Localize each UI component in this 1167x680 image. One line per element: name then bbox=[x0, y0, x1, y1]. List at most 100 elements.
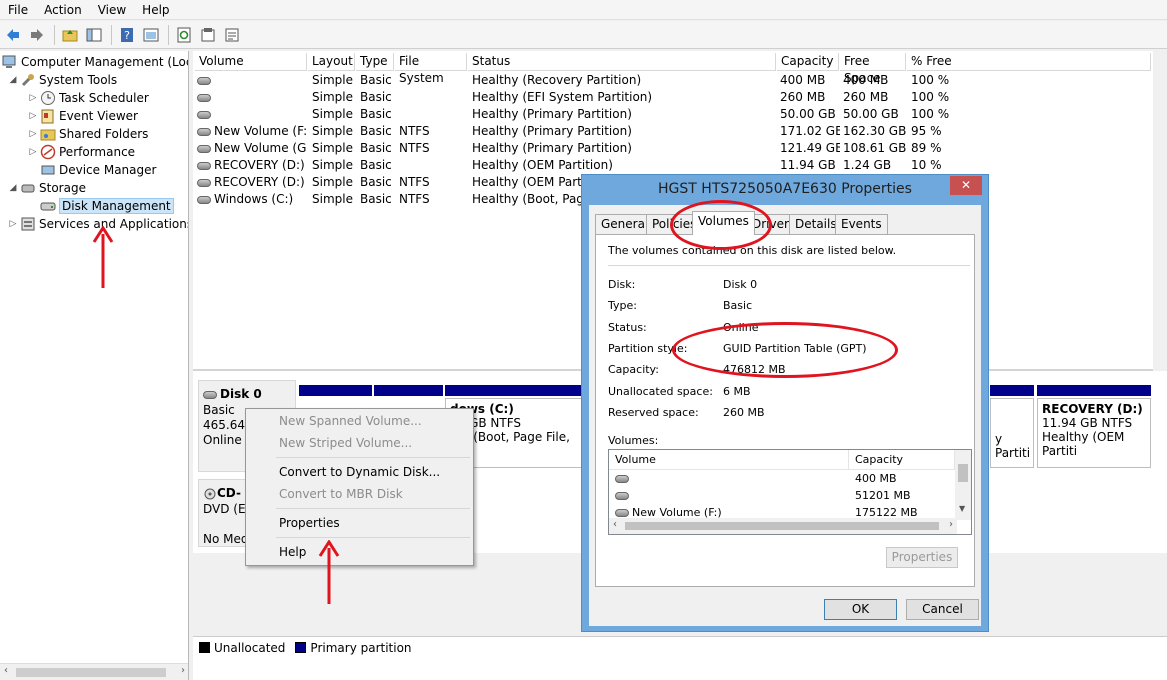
scrollbar-thumb[interactable] bbox=[958, 464, 968, 482]
collapse-icon[interactable]: ◢ bbox=[8, 183, 18, 193]
inner-list-hscroll[interactable]: ‹ › bbox=[609, 518, 957, 534]
table-cell: Simple bbox=[312, 90, 353, 104]
collapse-icon[interactable]: ◢ bbox=[8, 75, 18, 85]
tree-item-task-scheduler[interactable]: ▷ Task Scheduler bbox=[28, 89, 149, 107]
col-free-space[interactable]: Free Space bbox=[840, 53, 906, 85]
table-cell: Basic bbox=[360, 175, 392, 189]
list-item[interactable] bbox=[615, 489, 632, 502]
expand-icon[interactable]: ▷ bbox=[28, 111, 38, 121]
col-volume[interactable]: Volume bbox=[195, 53, 307, 71]
col-file-system[interactable]: File System bbox=[395, 53, 467, 85]
primary-partition-swatch bbox=[295, 642, 307, 653]
table-cell: Simple bbox=[312, 141, 353, 155]
menu-new-striped-volume[interactable]: New Striped Volume... bbox=[279, 433, 412, 453]
tab-events[interactable]: Events bbox=[835, 214, 888, 234]
expand-icon[interactable]: ▷ bbox=[8, 219, 18, 229]
volume-cell[interactable] bbox=[197, 72, 307, 89]
col-volume[interactable]: Volume bbox=[609, 450, 849, 470]
volume-cell[interactable]: Windows (C:) bbox=[197, 191, 307, 208]
scroll-right-icon[interactable]: › bbox=[949, 519, 953, 530]
scroll-left-icon[interactable]: ‹ bbox=[4, 665, 8, 676]
tree-horizontal-scrollbar[interactable]: ‹ › bbox=[0, 663, 188, 680]
volumes-label: Volumes: bbox=[608, 434, 659, 447]
menu-new-spanned-volume[interactable]: New Spanned Volume... bbox=[279, 411, 422, 431]
toolbar-separator bbox=[168, 24, 169, 45]
field-value: 260 MB bbox=[723, 405, 765, 419]
list-item[interactable] bbox=[615, 472, 632, 485]
menu-separator bbox=[276, 537, 470, 538]
volume-cell[interactable] bbox=[197, 106, 307, 123]
shared-folder-icon bbox=[40, 129, 56, 141]
tab-volumes[interactable]: Volumes bbox=[692, 211, 755, 235]
col-layout[interactable]: Layout bbox=[308, 53, 355, 71]
table-cell: 121.49 GB bbox=[780, 141, 840, 155]
back-button[interactable] bbox=[2, 24, 24, 46]
table-cell: NTFS bbox=[399, 192, 430, 206]
table-cell: 100 % bbox=[911, 90, 950, 104]
cancel-button[interactable]: Cancel bbox=[906, 599, 979, 620]
menu-view[interactable]: View bbox=[90, 0, 134, 20]
tree-item-performance[interactable]: ▷ Performance bbox=[28, 143, 135, 161]
toolbar-separator bbox=[54, 24, 55, 45]
volume-disk-icon bbox=[197, 178, 211, 187]
annotation-arrow-disk-management bbox=[92, 226, 114, 288]
help-button[interactable]: ? bbox=[116, 24, 138, 46]
expand-icon[interactable]: ▷ bbox=[28, 93, 38, 103]
table-cell: NTFS bbox=[399, 124, 430, 138]
tree-item-device-manager[interactable]: Device Manager bbox=[40, 161, 156, 179]
tree-item-disk-management[interactable]: Disk Management bbox=[40, 197, 174, 215]
expand-icon[interactable]: ▷ bbox=[28, 147, 38, 157]
partition-other[interactable]: y Partiti bbox=[990, 398, 1034, 468]
scrollbar-thumb[interactable] bbox=[625, 522, 939, 530]
console-button[interactable] bbox=[140, 24, 162, 46]
menu-properties[interactable]: Properties bbox=[279, 513, 340, 533]
up-folder-button[interactable] bbox=[59, 24, 81, 46]
show-hide-tree-button[interactable] bbox=[83, 24, 105, 46]
volume-cell[interactable] bbox=[197, 89, 307, 106]
intro-text: The volumes contained on this disk are l… bbox=[608, 244, 897, 257]
tree-item-storage[interactable]: ◢ Storage bbox=[8, 179, 86, 197]
inner-list-vscroll[interactable]: ▼ bbox=[955, 450, 971, 520]
tree-item-event-viewer[interactable]: ▷ Event Viewer bbox=[28, 107, 138, 125]
menu-convert-to-mbr[interactable]: Convert to MBR Disk bbox=[279, 484, 403, 504]
partition-recovery-d[interactable]: RECOVERY (D:) 11.94 GB NTFS Healthy (OEM… bbox=[1037, 398, 1151, 468]
volume-cell[interactable]: New Volume (G:) bbox=[197, 140, 307, 157]
volume-disk-icon bbox=[615, 509, 629, 517]
ok-button[interactable]: OK bbox=[824, 599, 897, 620]
table-cell: Basic bbox=[360, 192, 392, 206]
legend-primary-partition: Primary partition bbox=[310, 640, 412, 655]
volume-cell[interactable]: RECOVERY (D:) bbox=[197, 174, 307, 191]
volume-cell[interactable]: New Volume (F:) bbox=[197, 123, 307, 140]
volume-properties-button[interactable]: Properties bbox=[886, 547, 958, 568]
volume-list-scrollbar[interactable] bbox=[1153, 51, 1167, 371]
volume-cell[interactable]: RECOVERY (D:) bbox=[197, 157, 307, 174]
export-button[interactable] bbox=[221, 24, 243, 46]
scroll-right-icon[interactable]: › bbox=[181, 665, 185, 676]
tree-item-system-tools[interactable]: ◢ System Tools bbox=[8, 71, 118, 89]
up-folder-icon bbox=[62, 29, 78, 41]
menu-help[interactable]: Help bbox=[279, 542, 306, 562]
menu-help[interactable]: Help bbox=[134, 0, 177, 20]
col-status[interactable]: Status bbox=[468, 53, 776, 71]
console-icon bbox=[143, 28, 159, 41]
properties-button[interactable] bbox=[197, 24, 219, 46]
tree-item-shared-folders[interactable]: ▷ Shared Folders bbox=[28, 125, 149, 143]
forward-button[interactable] bbox=[26, 24, 48, 46]
menu-file[interactable]: File bbox=[0, 0, 36, 20]
col-type[interactable]: Type bbox=[356, 53, 394, 71]
menu-action[interactable]: Action bbox=[36, 0, 90, 20]
menu-convert-to-dynamic[interactable]: Convert to Dynamic Disk... bbox=[279, 462, 440, 482]
close-button[interactable]: ✕ bbox=[950, 176, 982, 195]
col-capacity[interactable]: Capacity bbox=[849, 450, 955, 470]
expand-icon[interactable]: ▷ bbox=[28, 129, 38, 139]
col-capacity[interactable]: Capacity bbox=[777, 53, 839, 71]
storage-icon bbox=[21, 184, 35, 193]
tree-root[interactable]: Computer Management (Local bbox=[2, 53, 188, 71]
device-icon bbox=[41, 165, 55, 175]
scroll-down-icon[interactable]: ▼ bbox=[959, 504, 965, 513]
refresh-button[interactable] bbox=[173, 24, 195, 46]
scrollbar-thumb[interactable] bbox=[16, 668, 166, 677]
col-percent-free[interactable]: % Free bbox=[907, 53, 1151, 71]
volume-disk-icon bbox=[615, 492, 629, 500]
scroll-left-icon[interactable]: ‹ bbox=[613, 519, 617, 530]
